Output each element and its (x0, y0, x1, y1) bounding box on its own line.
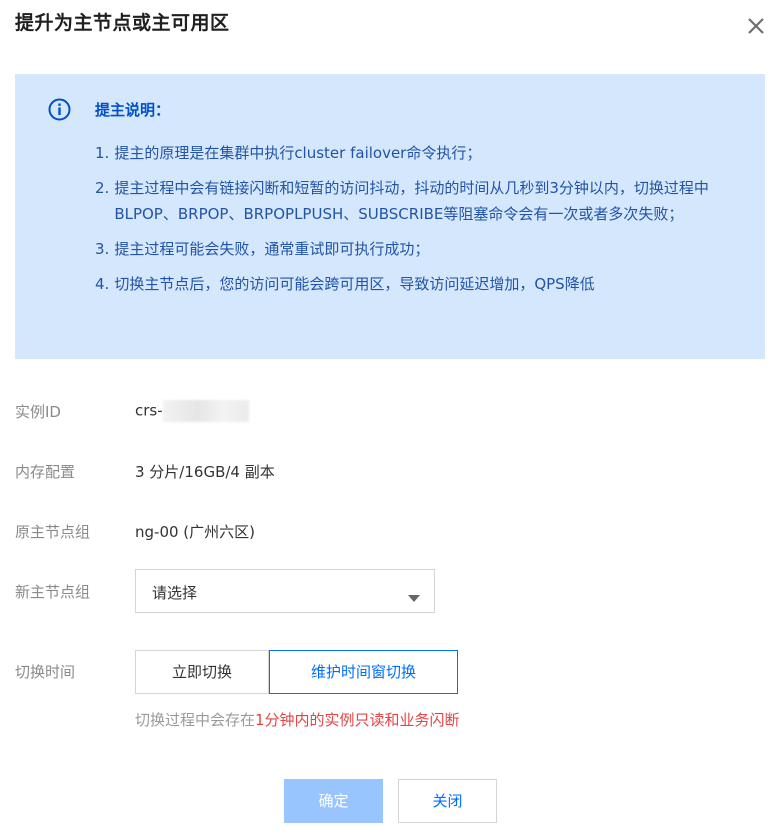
close-icon[interactable] (743, 13, 769, 39)
dialog-title: 提升为主节点或主可用区 (15, 12, 230, 34)
close-button[interactable]: 关闭 (398, 779, 497, 823)
switch-time-label: 切换时间 (15, 663, 76, 681)
notice-item-text: 提主过程中会有链接闪断和短暂的访问抖动，抖动的时间从几秒到3分钟以内，切换过程中… (114, 179, 709, 223)
original-group-label: 原主节点组 (15, 523, 91, 541)
notice-item-text: 提主过程可能会失败，通常重试即可执行成功； (114, 240, 430, 258)
new-group-select[interactable]: 请选择 (135, 569, 435, 613)
original-group-value: ng-00 (广州六区) (135, 523, 256, 541)
notice-item-number: 4. (95, 275, 110, 293)
chevron-down-icon (408, 588, 420, 602)
notice-list: 1. 提主的原理是在集群中执行cluster failover命令执行； 2. 提主… (95, 140, 715, 306)
new-group-label: 新主节点组 (15, 583, 91, 601)
switch-immediately-option[interactable]: 立即切换 (135, 650, 269, 694)
switch-hint: 切换过程中会存在1分钟内的实例只读和业务闪断 (135, 709, 460, 730)
info-icon (48, 98, 71, 121)
notice-item: 2. 提主过程中会有链接闪断和短暂的访问抖动，抖动的时间从几秒到3分钟以内，切换过… (95, 175, 715, 227)
memory-value: 3 分片/16GB/4 副本 (135, 463, 275, 481)
notice-item: 1. 提主的原理是在集群中执行cluster failover命令执行； (95, 140, 715, 166)
notice-item: 4. 切换主节点后，您的访问可能会跨可用区，导致访问延迟增加，QPS降低 (95, 271, 715, 297)
notice-item-number: 1. (95, 144, 110, 162)
notice-item-text: 切换主节点后，您的访问可能会跨可用区，导致访问延迟增加，QPS降低 (114, 275, 595, 293)
switch-hint-warning: 1分钟内的实例只读和业务闪断 (255, 711, 460, 729)
confirm-button[interactable]: 确定 (284, 779, 383, 823)
instance-id-mask (162, 400, 249, 422)
instance-id-label: 实例ID (15, 403, 61, 421)
notice-panel: 提主说明： 1. 提主的原理是在集群中执行cluster failover命令执行… (15, 74, 765, 359)
notice-item: 3. 提主过程可能会失败，通常重试即可执行成功； (95, 236, 715, 262)
memory-label: 内存配置 (15, 463, 76, 481)
notice-item-number: 2. (95, 179, 110, 197)
notice-title: 提主说明： (95, 101, 171, 119)
instance-id-value: crs- (135, 400, 249, 422)
notice-item-text: 提主的原理是在集群中执行cluster failover命令执行； (114, 144, 482, 162)
switch-hint-prefix: 切换过程中会存在 (135, 711, 256, 729)
instance-id-text: crs- (135, 401, 163, 420)
notice-item-number: 3. (95, 240, 110, 258)
switch-maintenance-window-option[interactable]: 维护时间窗切换 (269, 650, 458, 694)
new-group-placeholder: 请选择 (152, 584, 198, 602)
